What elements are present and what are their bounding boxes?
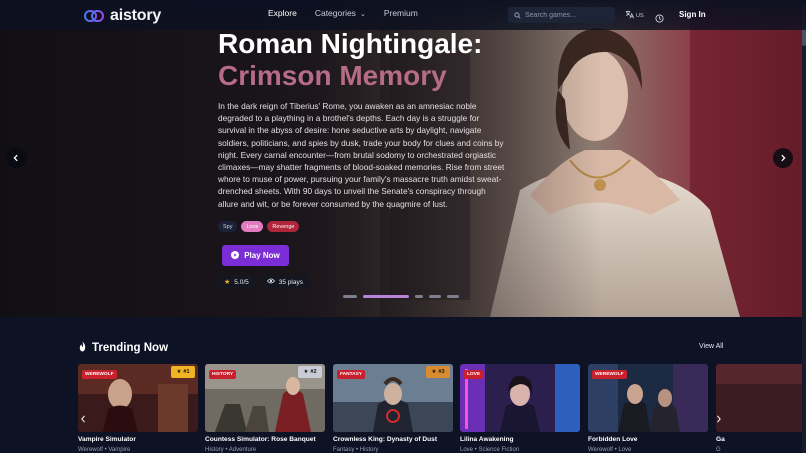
translate-icon xyxy=(625,10,634,21)
card-title: Countess Simulator: Rose Banquet xyxy=(205,436,316,443)
card-title: Vampire Simulator xyxy=(78,436,136,443)
top-navigation-bar: aistory Explore Categories⌄ Premium US S… xyxy=(0,0,806,30)
language-code: US xyxy=(636,12,644,19)
hero-next-button[interactable] xyxy=(773,148,793,168)
game-card[interactable]: Ga G xyxy=(716,364,802,453)
card-title: Forbidden Love xyxy=(588,436,638,443)
hero-description: In the dark reign of Tiberius' Rome, you… xyxy=(218,101,505,209)
card-meta: Werewolf • Vampire xyxy=(78,447,131,453)
card-image: WEREWOLF ★ #1 xyxy=(78,364,198,432)
card-title: Lilina Awakening xyxy=(460,436,514,443)
genre-badge: LOVE xyxy=(464,370,484,379)
rank-badge: ★ #1 xyxy=(171,366,195,378)
chevron-right-icon xyxy=(716,410,722,428)
nav-premium[interactable]: Premium xyxy=(384,8,418,18)
plays-stat: 35 plays xyxy=(260,275,309,289)
card-title: Crownless King: Dynasty of Dust xyxy=(333,436,438,443)
carousel-indicators xyxy=(343,295,459,298)
carousel-dot-1[interactable] xyxy=(343,295,357,298)
nav-categories[interactable]: Categories ⌄ xyxy=(315,8,366,18)
rank-badge: ★ #2 xyxy=(298,366,322,378)
card-meta: Werewolf • Love xyxy=(588,447,632,453)
genre-badge: WEREWOLF xyxy=(82,370,117,379)
trending-heading: Trending Now xyxy=(78,341,168,355)
card-meta: G xyxy=(716,447,721,453)
tag-love[interactable]: Love xyxy=(241,221,264,232)
card-image xyxy=(716,364,802,432)
rank-label: #1 xyxy=(183,369,190,375)
main-nav: Explore Categories ⌄ Premium xyxy=(268,8,418,18)
carousel-dot-5[interactable] xyxy=(447,295,459,298)
card-image: HISTORY ★ #2 xyxy=(205,364,325,432)
game-card[interactable]: LOVE Lilina Awakening Love • Science Fic… xyxy=(460,364,580,453)
hero-prev-button[interactable] xyxy=(6,148,26,168)
hero-subtitle: Crimson Memory xyxy=(218,60,447,91)
hero-stats: ★ 5.0/5 35 plays xyxy=(218,275,309,289)
card-image: FANTASY ★ #3 xyxy=(333,364,453,432)
tag-spy[interactable]: Spy xyxy=(218,221,238,232)
sign-in-button[interactable]: Sign In xyxy=(679,10,706,19)
game-card[interactable]: FANTASY ★ #3 Crownless King: Dynasty of D… xyxy=(333,364,453,453)
chevron-left-icon xyxy=(80,410,86,428)
star-icon: ★ xyxy=(224,279,231,286)
view-all-link[interactable]: View All xyxy=(699,343,723,350)
card-title: Ga xyxy=(716,436,725,443)
trending-carousel: WEREWOLF ★ #1 Vampire Simulator Werewolf … xyxy=(78,364,802,453)
genre-badge: FANTASY xyxy=(337,370,366,379)
carousel-dot-3[interactable] xyxy=(415,295,423,298)
carousel-dot-4[interactable] xyxy=(429,295,441,298)
card-image: WEREWOLF xyxy=(588,364,708,432)
chevron-right-icon xyxy=(779,149,787,167)
trending-title: Trending Now xyxy=(92,342,169,354)
card-image: LOVE xyxy=(460,364,580,432)
star-icon: ★ xyxy=(303,369,309,375)
star-icon: ★ xyxy=(176,369,182,375)
game-card[interactable]: WEREWOLF ★ #1 Vampire Simulator Werewolf … xyxy=(78,364,198,453)
language-selector[interactable]: US xyxy=(625,10,644,21)
search-input[interactable] xyxy=(525,11,610,19)
history-button[interactable] xyxy=(655,10,664,28)
clock-icon xyxy=(655,10,664,27)
plays-value: 35 plays xyxy=(278,278,303,286)
rank-label: #3 xyxy=(438,369,445,375)
play-now-label: Play Now xyxy=(244,251,280,260)
page-scrollbar[interactable] xyxy=(802,0,806,453)
star-icon: ★ xyxy=(431,369,437,375)
eye-icon xyxy=(266,278,275,286)
chevron-down-icon: ⌄ xyxy=(359,11,366,18)
carousel-prev-button[interactable] xyxy=(78,412,88,426)
rank-label: #2 xyxy=(310,369,317,375)
genre-badge: HISTORY xyxy=(209,370,237,379)
hero-tags: Spy Love Revenge xyxy=(218,221,300,232)
play-icon xyxy=(231,250,240,261)
logo-icon xyxy=(84,9,104,23)
card-meta: Love • Science Fiction xyxy=(460,447,520,453)
chevron-left-icon xyxy=(12,149,20,167)
tag-revenge[interactable]: Revenge xyxy=(267,221,300,232)
play-now-button[interactable]: Play Now xyxy=(222,245,289,266)
rating-value: 5.0/5 xyxy=(234,278,249,286)
search-icon xyxy=(514,6,521,24)
carousel-dot-2[interactable] xyxy=(363,295,409,298)
genre-badge: WEREWOLF xyxy=(592,370,627,379)
game-card[interactable]: WEREWOLF Forbidden Love Werewolf • Love xyxy=(588,364,708,453)
rating-stat: ★ 5.0/5 xyxy=(218,275,255,289)
brand-name: aistory xyxy=(110,7,162,24)
brand-logo[interactable]: aistory xyxy=(84,7,161,25)
fire-icon xyxy=(78,341,87,355)
nav-categories-label: Categories xyxy=(314,8,356,18)
card-meta: Fantasy • History xyxy=(333,447,379,453)
hero-banner: Roman Nightingale: Crimson Memory In the… xyxy=(0,0,802,317)
game-card[interactable]: HISTORY ★ #2 Countess Simulator: Rose Ban… xyxy=(205,364,325,453)
card-meta: History • Adventure xyxy=(205,447,257,453)
hero-title: Roman Nightingale: xyxy=(218,28,483,59)
nav-explore[interactable]: Explore xyxy=(268,8,297,18)
carousel-next-button[interactable] xyxy=(714,412,724,426)
search-box[interactable] xyxy=(508,7,615,23)
rank-badge: ★ #3 xyxy=(426,366,450,378)
